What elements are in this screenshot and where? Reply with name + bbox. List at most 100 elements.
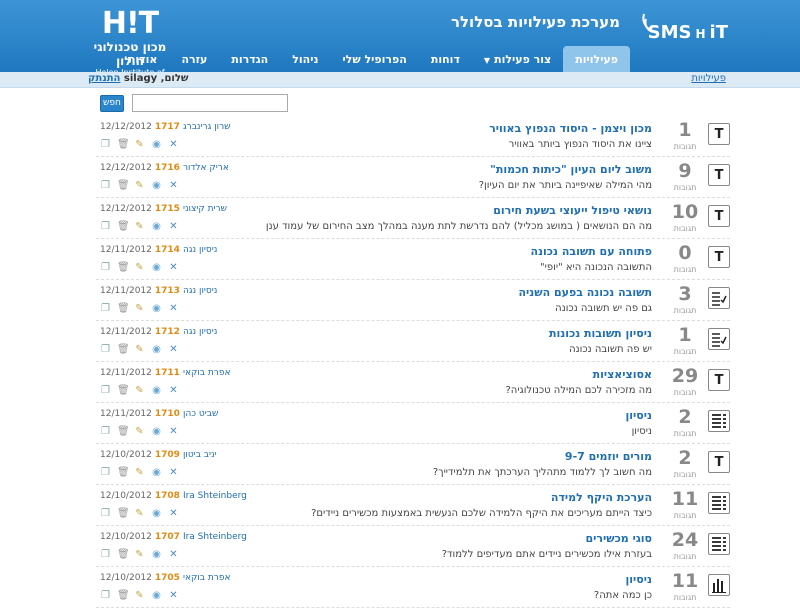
copy-icon[interactable]: ❐ [100, 590, 111, 601]
copy-icon[interactable]: ❐ [100, 508, 111, 519]
edit-icon[interactable]: ✎ [134, 180, 145, 191]
edit-icon[interactable]: ✎ [134, 303, 145, 314]
view-icon[interactable]: ◉ [151, 549, 162, 560]
activity-author[interactable]: ניסיון נגה [183, 327, 217, 337]
activity-author[interactable]: Ira Shteinberg [183, 532, 247, 542]
activity-author[interactable]: אפרת בוקאי [183, 368, 231, 378]
activity-author[interactable]: יניב ביטון [183, 450, 217, 460]
trash-icon[interactable]: 🗑 [117, 426, 130, 437]
edit-icon[interactable]: ✎ [134, 262, 145, 273]
trash-icon[interactable]: 🗑 [117, 344, 130, 355]
search-button[interactable]: חפש [100, 94, 124, 112]
activity-title[interactable]: סוגי מכשירים [585, 532, 652, 545]
edit-icon[interactable]: ✎ [134, 426, 145, 437]
view-icon[interactable]: ◉ [151, 262, 162, 273]
cross-arrows-icon[interactable]: ✕ [168, 221, 179, 232]
activity-id[interactable]: 1711 [155, 368, 180, 378]
logout-link[interactable]: התנתק [88, 73, 120, 84]
edit-icon[interactable]: ✎ [134, 467, 145, 478]
activity-author[interactable]: ניסיון נגה [183, 286, 217, 296]
activity-author[interactable]: Ira Shteinberg [183, 491, 247, 501]
activity-title[interactable]: משוב ליום העיון "כיתות חכמות" [490, 163, 652, 176]
cross-arrows-icon[interactable]: ✕ [168, 344, 179, 355]
trash-icon[interactable]: 🗑 [117, 385, 130, 396]
cross-arrows-icon[interactable]: ✕ [168, 385, 179, 396]
trash-icon[interactable]: 🗑 [117, 180, 130, 191]
view-icon[interactable]: ◉ [151, 180, 162, 191]
activity-id[interactable]: 1713 [155, 286, 180, 296]
copy-icon[interactable]: ❐ [100, 549, 111, 560]
copy-icon[interactable]: ❐ [100, 344, 111, 355]
cross-arrows-icon[interactable]: ✕ [168, 180, 179, 191]
nav-my-profile[interactable]: הפרופיל שלי [330, 46, 418, 72]
copy-icon[interactable]: ❐ [100, 221, 111, 232]
activity-title[interactable]: מכון ויצמן - היסוד הנפוץ באוויר [489, 122, 652, 135]
activity-title[interactable]: תשובה נכונה בפעם השניה [518, 286, 652, 299]
activity-id[interactable]: 1709 [155, 450, 180, 460]
activity-id[interactable]: 1716 [155, 163, 180, 173]
activity-id[interactable]: 1707 [155, 532, 180, 542]
nav-create-activity[interactable]: צור פעילות▼ [472, 46, 563, 72]
activity-id[interactable]: 1712 [155, 327, 180, 337]
edit-icon[interactable]: ✎ [134, 221, 145, 232]
trash-icon[interactable]: 🗑 [117, 303, 130, 314]
cross-arrows-icon[interactable]: ✕ [168, 467, 179, 478]
search-input[interactable] [132, 94, 288, 112]
activity-author[interactable]: אפרת בוקאי [183, 573, 231, 583]
activity-id[interactable]: 1708 [155, 491, 180, 501]
nav-help[interactable]: עזרה [169, 46, 219, 72]
trash-icon[interactable]: 🗑 [117, 508, 130, 519]
activity-id[interactable]: 1710 [155, 409, 180, 419]
cross-arrows-icon[interactable]: ✕ [168, 139, 179, 150]
trash-icon[interactable]: 🗑 [117, 139, 130, 150]
view-icon[interactable]: ◉ [151, 303, 162, 314]
view-icon[interactable]: ◉ [151, 344, 162, 355]
copy-icon[interactable]: ❐ [100, 180, 111, 191]
trash-icon[interactable]: 🗑 [117, 467, 130, 478]
nav-settings[interactable]: הגדרות [219, 46, 280, 72]
activity-title[interactable]: ניסיון [626, 409, 653, 422]
cross-arrows-icon[interactable]: ✕ [168, 508, 179, 519]
view-icon[interactable]: ◉ [151, 139, 162, 150]
view-icon[interactable]: ◉ [151, 385, 162, 396]
activity-title[interactable]: מורים יוזמים 9-7 [565, 450, 652, 463]
view-icon[interactable]: ◉ [151, 426, 162, 437]
activity-title[interactable]: ניסיון [626, 573, 653, 586]
activity-title[interactable]: הערכת היקף למידה [551, 491, 652, 504]
view-icon[interactable]: ◉ [151, 590, 162, 601]
activity-title[interactable]: ניסיון תשובות נכונות [549, 327, 652, 340]
cross-arrows-icon[interactable]: ✕ [168, 590, 179, 601]
cross-arrows-icon[interactable]: ✕ [168, 426, 179, 437]
breadcrumb[interactable]: פעילויות [691, 73, 726, 84]
activity-id[interactable]: 1715 [155, 204, 180, 214]
copy-icon[interactable]: ❐ [100, 303, 111, 314]
copy-icon[interactable]: ❐ [100, 385, 111, 396]
cross-arrows-icon[interactable]: ✕ [168, 549, 179, 560]
activity-id[interactable]: 1717 [155, 122, 180, 132]
edit-icon[interactable]: ✎ [134, 139, 145, 150]
view-icon[interactable]: ◉ [151, 508, 162, 519]
edit-icon[interactable]: ✎ [134, 508, 145, 519]
activity-author[interactable]: שביט כהן [183, 409, 218, 419]
activity-title[interactable]: פתוחה עם תשובה נכונה [530, 245, 652, 258]
copy-icon[interactable]: ❐ [100, 467, 111, 478]
nav-about[interactable]: אודות [116, 46, 170, 72]
nav-management[interactable]: ניהול [280, 46, 330, 72]
view-icon[interactable]: ◉ [151, 221, 162, 232]
activity-title[interactable]: נושאי טיפול ייעוצי בשעת חירום [493, 204, 652, 217]
activity-author[interactable]: שרית קיצוני [183, 204, 227, 214]
activity-author[interactable]: ניסיון נגה [183, 245, 217, 255]
edit-icon[interactable]: ✎ [134, 385, 145, 396]
trash-icon[interactable]: 🗑 [117, 221, 130, 232]
cross-arrows-icon[interactable]: ✕ [168, 262, 179, 273]
activity-id[interactable]: 1714 [155, 245, 180, 255]
copy-icon[interactable]: ❐ [100, 426, 111, 437]
activity-author[interactable]: אריק אלדור [183, 163, 229, 173]
view-icon[interactable]: ◉ [151, 467, 162, 478]
copy-icon[interactable]: ❐ [100, 262, 111, 273]
activity-author[interactable]: שרון גרינברג [183, 122, 231, 132]
edit-icon[interactable]: ✎ [134, 590, 145, 601]
activity-title[interactable]: אסוציאציות [593, 368, 652, 381]
trash-icon[interactable]: 🗑 [117, 590, 130, 601]
copy-icon[interactable]: ❐ [100, 139, 111, 150]
